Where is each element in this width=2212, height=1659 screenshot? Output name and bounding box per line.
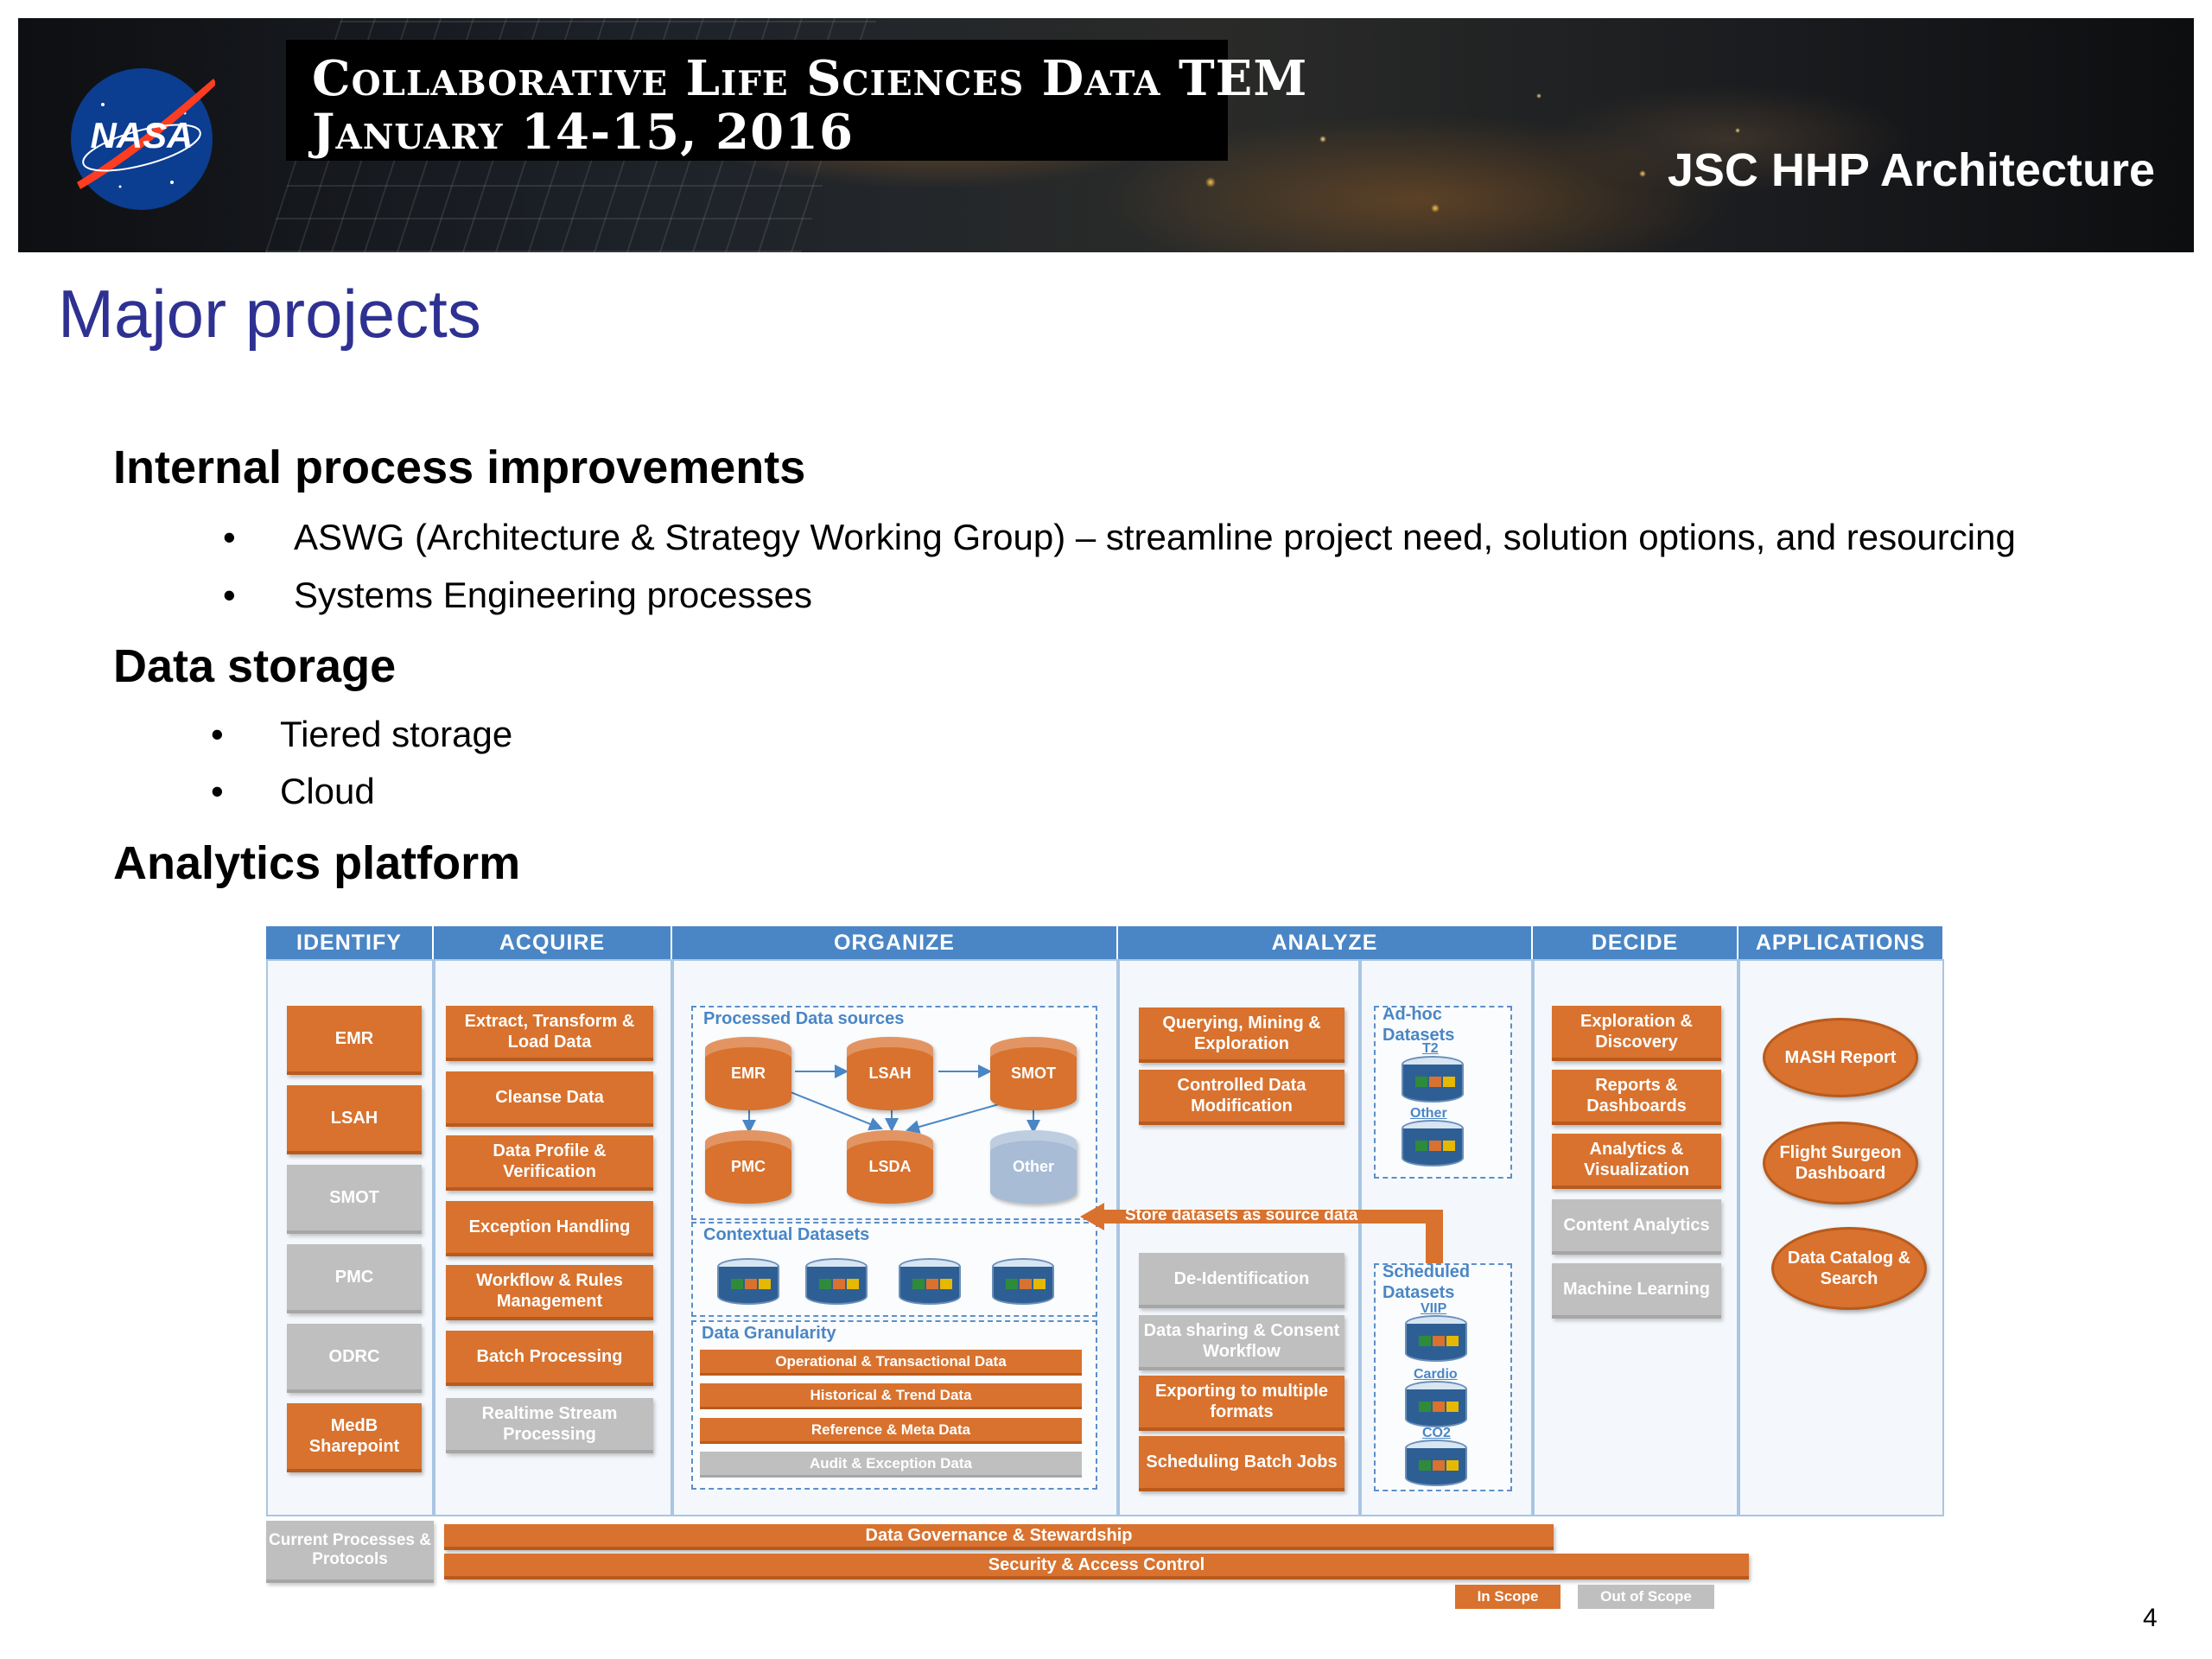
adhoc-datasets-label: Ad-hoc Datasets — [1382, 1005, 1455, 1045]
processed-source-emr: EMR — [705, 1037, 791, 1110]
identify-pmc: PMC — [287, 1244, 422, 1313]
analyze-exporting: Exporting to multiple formats — [1139, 1376, 1344, 1431]
bullet-text: ASWG (Architecture & Strategy Working Gr… — [294, 517, 2016, 557]
identify-odrc: ODRC — [287, 1324, 422, 1393]
database-icon — [992, 1258, 1054, 1305]
column-header-analyze: ANALYZE — [1118, 926, 1533, 959]
acquire-batch: Batch Processing — [446, 1331, 653, 1386]
analyze-controlled-modification: Controlled Data Modification — [1139, 1070, 1344, 1125]
decide-analytics: Analytics & Visualization — [1552, 1134, 1721, 1189]
analyze-scheduling: Scheduling Batch Jobs — [1139, 1436, 1344, 1491]
decide-content-analytics: Content Analytics — [1552, 1199, 1721, 1255]
app-data-catalog-search: Data Catalog & Search — [1771, 1227, 1927, 1310]
column-header-applications: APPLICATIONS — [1738, 926, 1944, 959]
page-number: 4 — [2143, 1604, 2158, 1632]
granularity-operational: Operational & Transactional Data — [700, 1350, 1082, 1376]
section-heading-analytics: Analytics platform — [113, 837, 521, 889]
bullet-text: Tiered storage — [280, 714, 513, 754]
data-granularity-label: Data Granularity — [702, 1324, 836, 1343]
header-banner: NASA Collaborative Life Sciences Data TE… — [18, 18, 2194, 252]
bullet-text: Systems Engineering processes — [294, 575, 812, 615]
column-header-decide: DECIDE — [1533, 926, 1738, 959]
section-heading-storage: Data storage — [113, 640, 397, 692]
conference-title-box: Collaborative Life Sciences Data TEM Jan… — [286, 40, 1308, 161]
database-icon — [899, 1258, 961, 1305]
app-flight-surgeon-dashboard: Flight Surgeon Dashboard — [1763, 1122, 1918, 1205]
decide-machine-learning: Machine Learning — [1552, 1263, 1721, 1319]
acquire-exception: Exception Handling — [446, 1201, 653, 1256]
column-header-acquire: ACQUIRE — [434, 926, 672, 959]
security-access-bar: Security & Access Control — [444, 1554, 1749, 1580]
bullet-dot: • — [223, 517, 236, 557]
banner-subtitle: JSC HHP Architecture — [1667, 144, 2155, 196]
svg-text:NASA: NASA — [90, 115, 193, 156]
granularity-audit: Audit & Exception Data — [700, 1452, 1082, 1478]
nasa-logo: NASA — [71, 68, 215, 210]
processed-source-lsda: LSDA — [847, 1130, 933, 1204]
contextual-datasets-label: Contextual Datasets — [703, 1225, 870, 1244]
processed-source-pmc: PMC — [705, 1130, 791, 1204]
page-title: Major projects — [58, 276, 481, 352]
column-header-identify: IDENTIFY — [266, 926, 434, 959]
identify-lsah: LSAH — [287, 1085, 422, 1154]
database-icon — [717, 1258, 779, 1305]
conference-date: January 14-15, 2016 — [312, 104, 854, 161]
column-header-organize: ORGANIZE — [672, 926, 1118, 959]
scheduled-datasets-label: Scheduled Datasets — [1382, 1262, 1471, 1302]
database-icon — [1402, 1120, 1464, 1166]
adhoc-dataset-t2-label: T2 — [1422, 1041, 1439, 1056]
database-icon — [805, 1258, 868, 1305]
bullet-dot: • — [223, 575, 236, 615]
section-heading-process: Internal process improvements — [113, 442, 806, 493]
bullet-dot: • — [211, 771, 224, 811]
database-icon — [1402, 1056, 1464, 1103]
processed-source-lsah: LSAH — [847, 1037, 933, 1110]
acquire-workflow: Workflow & Rules Management — [446, 1265, 653, 1320]
current-processes-protocols: Current Processes & Protocols — [266, 1521, 434, 1583]
acquire-realtime: Realtime Stream Processing — [446, 1398, 653, 1453]
decide-exploration: Exploration & Discovery — [1552, 1006, 1721, 1061]
acquire-profile: Data Profile & Verification — [446, 1135, 653, 1191]
acquire-cleanse: Cleanse Data — [446, 1071, 653, 1127]
granularity-historical: Historical & Trend Data — [700, 1383, 1082, 1409]
identify-smot: SMOT — [287, 1165, 422, 1234]
app-mash-report: MASH Report — [1763, 1018, 1918, 1097]
decide-reports: Reports & Dashboards — [1552, 1070, 1721, 1125]
data-governance-bar: Data Governance & Stewardship — [444, 1524, 1554, 1550]
database-icon — [1405, 1315, 1467, 1362]
identify-emr: EMR — [287, 1006, 422, 1075]
acquire-etl: Extract, Transform & Load Data — [446, 1006, 653, 1061]
processed-source-smot: SMOT — [990, 1037, 1077, 1110]
store-datasets-label: Store datasets as source data — [1125, 1206, 1358, 1224]
conference-name: Collaborative Life Sciences Data TEM — [312, 50, 1308, 107]
legend-in-scope: In Scope — [1455, 1585, 1560, 1609]
database-icon — [1405, 1440, 1467, 1486]
processed-source-other: Other — [990, 1130, 1077, 1204]
database-icon — [1405, 1381, 1467, 1427]
bullet-dot: • — [211, 714, 224, 754]
identify-medb-sharepoint: MedB Sharepoint — [287, 1403, 422, 1472]
legend-out-of-scope: Out of Scope — [1578, 1585, 1714, 1609]
granularity-reference: Reference & Meta Data — [700, 1418, 1082, 1444]
bullet-text: Cloud — [280, 771, 375, 811]
analyze-data-sharing: Data sharing & Consent Workflow — [1139, 1315, 1344, 1370]
analyze-querying: Querying, Mining & Exploration — [1139, 1007, 1344, 1063]
